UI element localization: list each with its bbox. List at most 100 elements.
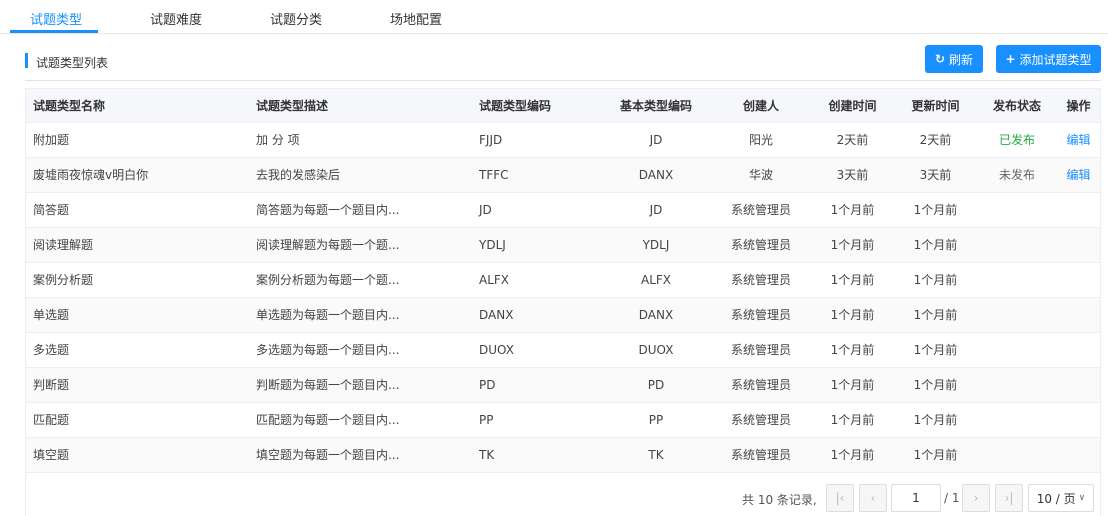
- cell-code: DANX: [472, 297, 601, 333]
- table-row: 匹配题 匹配题为每题一个题目内... PP PP 系统管理员 1个月前 1个月前: [26, 402, 1100, 438]
- next-page-button[interactable]: ›: [962, 484, 990, 512]
- name-text: 简答题: [33, 203, 70, 217]
- header-publish-status[interactable]: 发布状态: [977, 89, 1057, 123]
- creator-text: 系统管理员: [730, 378, 791, 392]
- cell-actions: [1057, 192, 1100, 228]
- cell-description: 匹配题为每题一个题目内...: [249, 402, 472, 438]
- add-question-type-button[interactable]: + 添加试题类型: [996, 45, 1101, 73]
- cell-actions: [1057, 262, 1100, 298]
- updated-time-text: 1个月前: [913, 343, 958, 357]
- cell-description: 阅读理解题为每题一个题...: [249, 227, 472, 263]
- table-row: 废墟雨夜惊魂v明白你 去我的发感染后 TFFC DANX 华波 3天前 3天前 未发布 编辑: [26, 157, 1100, 193]
- name-text: 案例分析题: [33, 273, 94, 287]
- header-name[interactable]: 试题类型名称: [26, 89, 249, 123]
- cell-publish-status: [977, 437, 1057, 473]
- updated-time-text: 1个月前: [913, 413, 958, 427]
- status-badge: 已发布: [998, 133, 1035, 147]
- chevron-right-icon: ›: [973, 491, 979, 505]
- cell-description: 简答题为每题一个题目内...: [249, 192, 472, 228]
- header-created-time[interactable]: 创建时间: [811, 89, 894, 123]
- updated-time-text: 3天前: [919, 168, 952, 182]
- name-text: 判断题: [33, 378, 70, 392]
- updated-time-text: 1个月前: [913, 308, 958, 322]
- header-code[interactable]: 试题类型编码: [472, 89, 601, 123]
- base-code-text: JD: [649, 202, 663, 217]
- table-row: 附加题 加 分 项 FJJD JD 阳光 2天前 2天前 已发布 编辑: [26, 122, 1100, 158]
- code-text: FJJD: [479, 132, 503, 147]
- cell-updated-time: 3天前: [894, 157, 977, 193]
- cell-creator: 系统管理员: [711, 402, 811, 438]
- creator-text: 华波: [748, 168, 773, 182]
- active-tab-indicator: [10, 30, 98, 33]
- cell-creator: 系统管理员: [711, 227, 811, 263]
- page-number-input[interactable]: [891, 484, 941, 512]
- creator-text: 系统管理员: [730, 448, 791, 462]
- created-time-text: 1个月前: [830, 343, 875, 357]
- tab-venue-config[interactable]: 场地配置: [390, 9, 442, 28]
- table-row: 多选题 多选题为每题一个题目内... DUOX DUOX 系统管理员 1个月前 1个月前: [26, 332, 1100, 368]
- code-text: TK: [479, 447, 495, 462]
- name-text: 废墟雨夜惊魂v明白你: [33, 168, 149, 182]
- last-page-button[interactable]: ›|: [995, 484, 1023, 512]
- cell-base-code: JD: [601, 192, 711, 228]
- creator-text: 系统管理员: [730, 308, 791, 322]
- code-text: DUOX: [479, 342, 514, 357]
- tab-question-difficulty[interactable]: 试题难度: [150, 9, 202, 28]
- first-page-button[interactable]: |‹: [826, 484, 854, 512]
- cell-description: 多选题为每题一个题目内...: [249, 332, 472, 368]
- header-creator[interactable]: 创建人: [711, 89, 811, 123]
- cell-base-code: ALFX: [601, 262, 711, 298]
- created-time-text: 1个月前: [830, 203, 875, 217]
- cell-creator: 系统管理员: [711, 437, 811, 473]
- cell-name: 简答题: [26, 192, 249, 228]
- page-size-select[interactable]: 10 / 页 ∨: [1028, 484, 1094, 512]
- header-base-code[interactable]: 基本类型编码: [601, 89, 711, 123]
- name-text: 填空题: [33, 448, 70, 462]
- code-text: YDLJ: [479, 237, 506, 252]
- prev-page-button[interactable]: ‹: [859, 484, 887, 512]
- header-updated-time[interactable]: 更新时间: [894, 89, 977, 123]
- cell-description: 单选题为每题一个题目内...: [249, 297, 472, 333]
- cell-created-time: 1个月前: [811, 437, 894, 473]
- table-row: 判断题 判断题为每题一个题目内... PD PD 系统管理员 1个月前 1个月前: [26, 367, 1100, 403]
- edit-link[interactable]: 编辑: [1066, 168, 1090, 182]
- cell-updated-time: 1个月前: [894, 227, 977, 263]
- description-text: 去我的发感染后: [256, 168, 341, 182]
- cell-publish-status: [977, 192, 1057, 228]
- cell-code: YDLJ: [472, 227, 601, 263]
- edit-link[interactable]: 编辑: [1066, 133, 1090, 147]
- tab-question-category[interactable]: 试题分类: [270, 9, 322, 28]
- cell-actions: 编辑: [1057, 122, 1100, 158]
- code-text: JD: [479, 202, 492, 217]
- cell-name: 阅读理解题: [26, 227, 249, 263]
- cell-base-code: PP: [601, 402, 711, 438]
- cell-created-time: 1个月前: [811, 402, 894, 438]
- cell-publish-status: 未发布: [977, 157, 1057, 193]
- created-time-text: 1个月前: [830, 308, 875, 322]
- created-time-text: 1个月前: [830, 238, 875, 252]
- code-text: PP: [479, 412, 494, 427]
- cell-code: PD: [472, 367, 601, 403]
- cell-code: TK: [472, 437, 601, 473]
- cell-creator: 系统管理员: [711, 332, 811, 368]
- page-size-value: 10 / 页: [1036, 491, 1076, 506]
- cell-created-time: 1个月前: [811, 227, 894, 263]
- name-text: 多选题: [33, 343, 70, 357]
- header-description[interactable]: 试题类型描述: [249, 89, 472, 123]
- description-text: 判断题为每题一个题目内...: [256, 378, 400, 392]
- cell-base-code: DUOX: [601, 332, 711, 368]
- cell-base-code: TK: [601, 437, 711, 473]
- tab-question-type[interactable]: 试题类型: [30, 9, 82, 28]
- created-time-text: 1个月前: [830, 273, 875, 287]
- created-time-text: 1个月前: [830, 413, 875, 427]
- cell-updated-time: 1个月前: [894, 402, 977, 438]
- code-text: ALFX: [479, 272, 510, 287]
- cell-actions: [1057, 297, 1100, 333]
- chevron-left-icon: ‹: [870, 491, 876, 505]
- table-row: 阅读理解题 阅读理解题为每题一个题... YDLJ YDLJ 系统管理员 1个月前 1个月前: [26, 227, 1100, 263]
- cell-name: 单选题: [26, 297, 249, 333]
- cell-created-time: 3天前: [811, 157, 894, 193]
- description-text: 匹配题为每题一个题目内...: [256, 413, 400, 427]
- refresh-button[interactable]: ↻ 刷新: [925, 45, 983, 73]
- cell-updated-time: 1个月前: [894, 332, 977, 368]
